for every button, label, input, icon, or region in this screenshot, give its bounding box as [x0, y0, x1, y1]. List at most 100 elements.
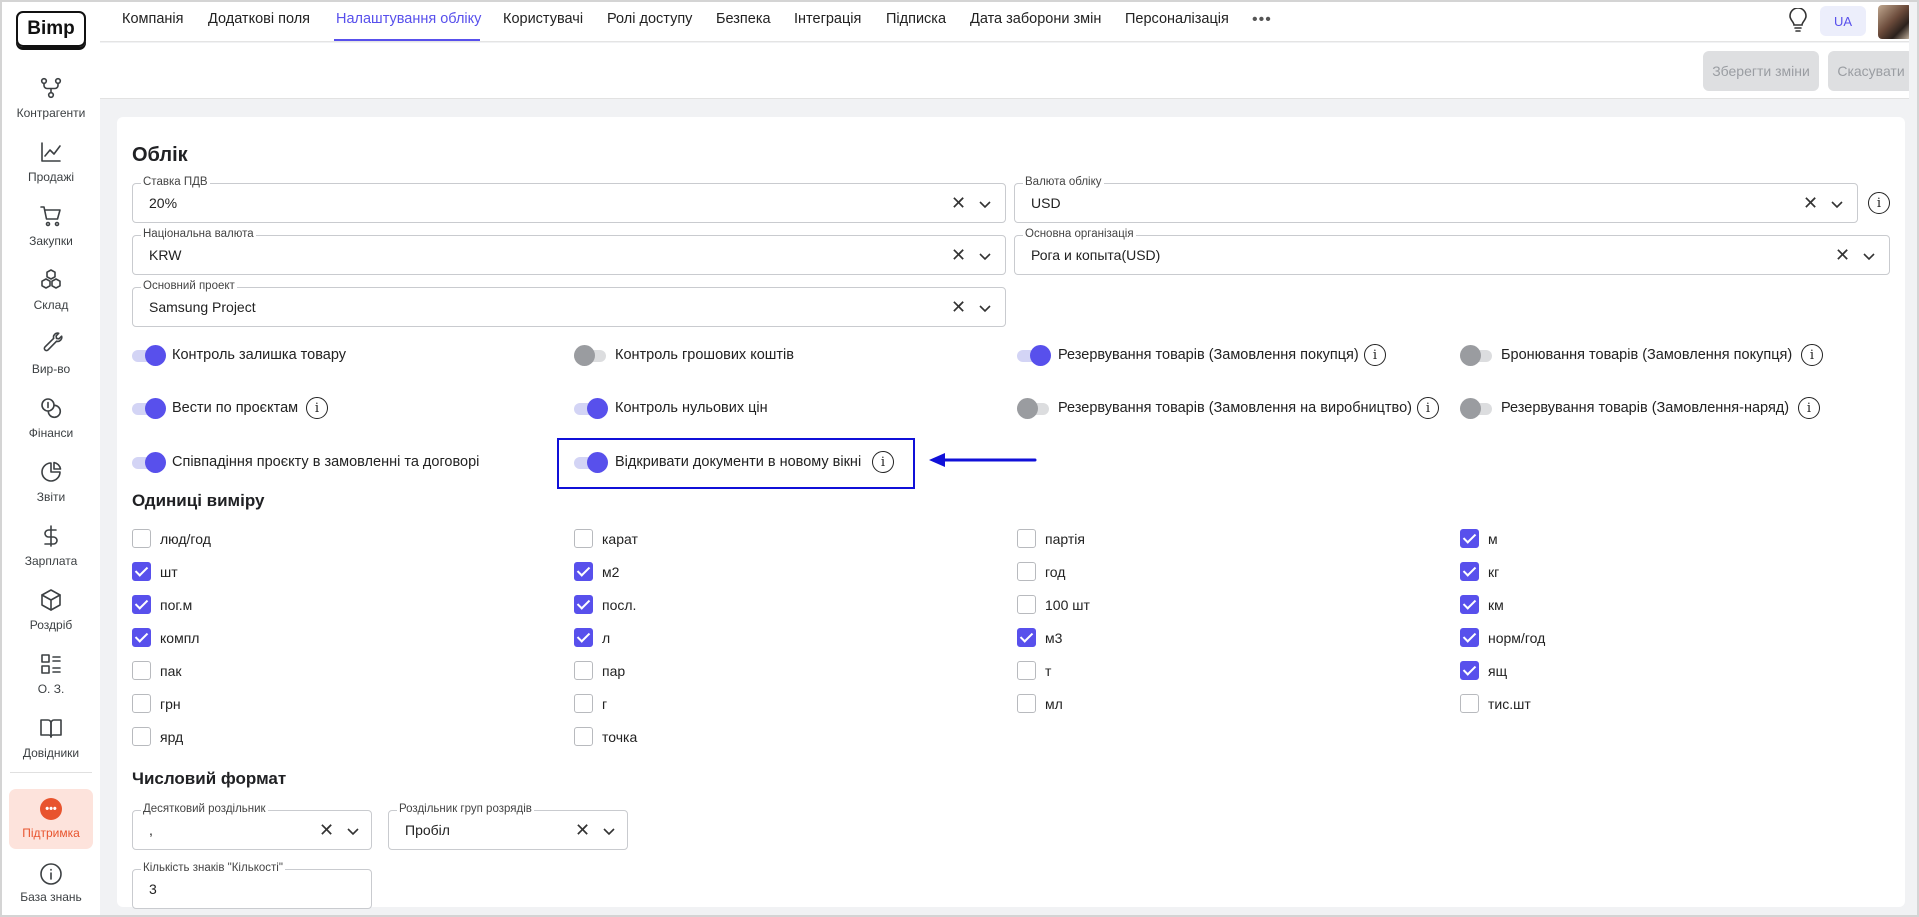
clear-icon[interactable]: ✕: [951, 298, 966, 316]
unit-checkbox[interactable]: [1460, 628, 1479, 647]
unit-checkbox[interactable]: [1460, 661, 1479, 680]
brand-logo[interactable]: Bimp: [16, 11, 86, 47]
save-changes-button[interactable]: Зберегти зміни: [1703, 51, 1819, 91]
scrollbar[interactable]: [1909, 2, 1917, 915]
unit-checkbox[interactable]: [132, 727, 151, 746]
unit-checkbox[interactable]: [132, 661, 151, 680]
clear-icon[interactable]: ✕: [575, 821, 590, 839]
info-icon[interactable]: i: [1364, 344, 1386, 366]
unit-checkbox[interactable]: [574, 595, 593, 614]
support-label: Підтримка: [22, 826, 80, 840]
language-switch[interactable]: UA: [1820, 6, 1866, 36]
clear-icon[interactable]: ✕: [951, 194, 966, 212]
unit-checkbox[interactable]: [132, 529, 151, 548]
reserve-customer-order-toggle[interactable]: [1017, 345, 1051, 366]
sidebar-item-purchases[interactable]: Закупки: [2, 204, 100, 264]
sidebar-item-warehouse[interactable]: Склад: [2, 268, 100, 328]
tab-security[interactable]: Безпека: [716, 11, 771, 27]
unit-checkbox[interactable]: [1017, 694, 1036, 713]
clear-icon[interactable]: ✕: [1803, 194, 1818, 212]
unit-checkbox[interactable]: [132, 628, 151, 647]
tab-additional-fields[interactable]: Додаткові поля: [208, 11, 310, 27]
cancel-button[interactable]: Скасувати: [1828, 51, 1914, 91]
unit-checkbox[interactable]: [1017, 628, 1036, 647]
unit-checkbox[interactable]: [574, 694, 593, 713]
reserve-production-order-toggle[interactable]: [1017, 398, 1051, 419]
sidebar-item-production[interactable]: Вир-во: [2, 332, 100, 392]
clear-icon[interactable]: ✕: [951, 246, 966, 264]
accounting-currency-select[interactable]: Валюта обліку USD ✕: [1014, 176, 1858, 223]
unit-checkbox[interactable]: [1017, 595, 1036, 614]
support-button[interactable]: ••• Підтримка: [9, 789, 93, 849]
project-match-toggle[interactable]: [132, 452, 166, 473]
zero-price-control-toggle[interactable]: [574, 398, 608, 419]
clear-icon[interactable]: ✕: [319, 821, 334, 839]
chevron-down-icon[interactable]: [977, 248, 993, 264]
unit-checkbox[interactable]: [574, 562, 593, 581]
info-icon[interactable]: i: [1798, 397, 1820, 419]
sidebar-item-finance[interactable]: Фінанси: [2, 396, 100, 456]
stock-control-toggle[interactable]: [132, 345, 166, 366]
chevron-down-icon[interactable]: [977, 196, 993, 212]
unit-checkbox[interactable]: [1460, 694, 1479, 713]
tab-access-roles[interactable]: Ролі доступу: [607, 11, 692, 27]
sidebar-item-counterparties[interactable]: Контрагенти: [2, 76, 100, 136]
chevron-down-icon[interactable]: [1861, 248, 1877, 264]
sidebar-item-reports[interactable]: Звіти: [2, 460, 100, 520]
sidebar-item-retail[interactable]: Роздріб: [2, 588, 100, 648]
info-icon[interactable]: i: [306, 397, 328, 419]
toggle-label: Контроль залишка товару: [172, 347, 346, 363]
unit-checkbox[interactable]: [132, 595, 151, 614]
main-project-select[interactable]: Основний проект Samsung Project ✕: [132, 280, 1006, 327]
sidebar-item-knowledge-base[interactable]: База знань: [2, 862, 100, 915]
unit-label: тис.шт: [1488, 696, 1531, 712]
sidebar-item-fixed-assets[interactable]: О. З.: [2, 652, 100, 712]
decimal-separator-select[interactable]: Десятковий роздільник , ✕: [132, 803, 372, 850]
clear-icon[interactable]: ✕: [1835, 246, 1850, 264]
national-currency-select[interactable]: Національна валюта KRW ✕: [132, 228, 1006, 275]
tab-change-lock-date[interactable]: Дата заборони змін: [970, 11, 1101, 27]
cash-control-toggle[interactable]: [574, 345, 608, 366]
info-icon[interactable]: i: [1801, 344, 1823, 366]
unit-checkbox[interactable]: [574, 727, 593, 746]
info-icon[interactable]: i: [1417, 397, 1439, 419]
unit-checkbox[interactable]: [1460, 529, 1479, 548]
tab-users[interactable]: Користувачі: [503, 11, 583, 27]
sidebar-item-salary[interactable]: Зарплата: [2, 524, 100, 584]
projects-toggle[interactable]: [132, 398, 166, 419]
unit-checkbox[interactable]: [132, 562, 151, 581]
tab-accounting-settings[interactable]: Налаштування обліку: [336, 11, 481, 27]
unit-checkbox[interactable]: [574, 661, 593, 680]
group-separator-select[interactable]: Роздільник груп розрядів Пробіл ✕: [388, 803, 628, 850]
more-tabs-icon[interactable]: •••: [1252, 11, 1272, 29]
unit-checkbox[interactable]: [1460, 595, 1479, 614]
unit-checkbox[interactable]: [1017, 661, 1036, 680]
sidebar-item-directories[interactable]: Довідники: [2, 716, 100, 776]
lightbulb-icon[interactable]: [1786, 8, 1810, 34]
unit-label: пог.м: [160, 597, 193, 613]
sidebar-item-sales[interactable]: Продажі: [2, 140, 100, 200]
unit-checkbox[interactable]: [1460, 562, 1479, 581]
unit-checkbox[interactable]: [574, 529, 593, 548]
vat-rate-select[interactable]: Ставка ПДВ 20% ✕: [132, 176, 1006, 223]
quantity-digits-input[interactable]: Кількість знаків "Кількості" 3: [132, 862, 372, 909]
boxes-icon: [41, 269, 61, 289]
unit-checkbox[interactable]: [574, 628, 593, 647]
tab-company[interactable]: Компанія: [122, 11, 183, 27]
field-label: Роздільник груп розрядів: [397, 803, 534, 815]
chevron-down-icon[interactable]: [1829, 196, 1845, 212]
unit-checkbox[interactable]: [132, 694, 151, 713]
chevron-down-icon[interactable]: [977, 300, 993, 316]
tab-subscription[interactable]: Підписка: [886, 11, 946, 27]
tab-integration[interactable]: Інтеграція: [794, 11, 861, 27]
info-icon[interactable]: i: [1868, 192, 1890, 214]
reserve-work-order-toggle[interactable]: [1460, 398, 1494, 419]
main-organization-select[interactable]: Основна організація Рога и копыта(USD) ✕: [1014, 228, 1890, 275]
unit-checkbox[interactable]: [1017, 529, 1036, 548]
tab-personalization[interactable]: Персоналізація: [1125, 11, 1229, 27]
chevron-down-icon[interactable]: [345, 823, 361, 839]
user-avatar[interactable]: [1878, 5, 1912, 39]
unit-checkbox[interactable]: [1017, 562, 1036, 581]
booking-customer-order-toggle[interactable]: [1460, 345, 1494, 366]
chevron-down-icon[interactable]: [601, 823, 617, 839]
